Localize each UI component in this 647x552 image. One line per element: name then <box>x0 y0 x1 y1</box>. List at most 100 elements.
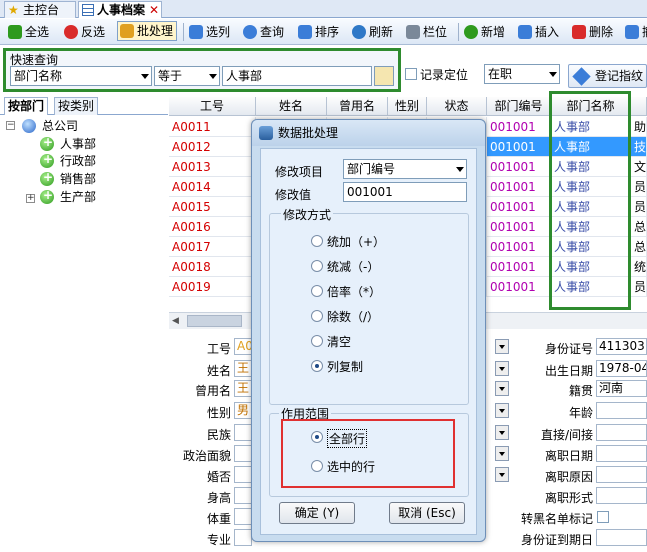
mode-radio-label[interactable]: 统加（+） <box>327 233 385 250</box>
form-field[interactable] <box>596 402 647 419</box>
chevron-down-icon[interactable] <box>495 339 509 354</box>
scroll-left-icon[interactable]: ◀ <box>172 315 184 327</box>
form-field[interactable] <box>234 424 252 441</box>
chevron-down-icon[interactable] <box>495 381 509 396</box>
cancel-button[interactable]: 取消 (Esc) <box>389 502 465 524</box>
mode-radio-label[interactable]: 倍率（*） <box>327 283 381 300</box>
grid-cell[interactable]: A0014 <box>169 177 256 197</box>
chevron-down-icon[interactable] <box>495 446 509 461</box>
grid-cell[interactable]: A0013 <box>169 157 256 177</box>
undo-button[interactable]: 撤 <box>623 22 647 42</box>
grid-cell[interactable]: 员 <box>631 197 647 217</box>
grid-cell[interactable]: 助 <box>631 117 647 137</box>
blacklist-checkbox[interactable] <box>597 511 609 523</box>
query-field-select[interactable]: 部门名称 <box>10 66 152 86</box>
query-operator-select[interactable]: 等于 <box>154 66 220 86</box>
pencil-icon[interactable] <box>374 66 394 86</box>
form-field[interactable]: 王 <box>234 380 252 397</box>
form-field[interactable] <box>234 529 252 546</box>
insert-button[interactable]: 插入 <box>516 22 562 42</box>
mode-radio[interactable] <box>311 260 323 272</box>
chevron-down-icon[interactable] <box>495 403 509 418</box>
grid-cell[interactable]: 001001 <box>487 117 551 137</box>
ok-button[interactable]: 确定 (Y) <box>279 502 355 524</box>
tree-node-root[interactable]: 总公司 <box>22 118 78 135</box>
search-button[interactable]: 查询 <box>241 22 287 42</box>
form-field[interactable] <box>234 445 252 462</box>
grid-cell[interactable]: A0015 <box>169 197 256 217</box>
grid-cell[interactable]: 员 <box>631 177 647 197</box>
grid-cell[interactable]: 001001 <box>487 197 551 217</box>
form-field[interactable]: 王 <box>234 360 252 377</box>
close-tab-icon[interactable]: ✕ <box>149 3 159 17</box>
mode-radio-label[interactable]: 清空 <box>327 333 351 350</box>
select-columns-button[interactable]: 选列 <box>187 22 233 42</box>
mode-radio-label[interactable]: 统减（-） <box>327 258 379 275</box>
grid-cell[interactable]: A0019 <box>169 277 256 297</box>
add-button[interactable]: 新增 <box>462 22 508 42</box>
chevron-down-icon[interactable] <box>495 425 509 440</box>
mode-radio[interactable] <box>311 235 323 247</box>
collapse-icon[interactable]: − <box>6 121 15 130</box>
modify-field-select[interactable]: 部门编号 <box>343 159 467 179</box>
column-header-id[interactable]: 工号 <box>169 97 256 116</box>
grid-cell[interactable]: 001001 <box>487 277 551 297</box>
mode-radio[interactable] <box>311 285 323 297</box>
column-header-status[interactable]: 状态 <box>427 97 487 116</box>
grid-cell[interactable]: 001001 <box>487 157 551 177</box>
modify-value-input[interactable]: 001001 <box>343 182 467 202</box>
mode-radio-label[interactable]: 列复制 <box>327 358 363 375</box>
mode-radio[interactable] <box>311 310 323 322</box>
grid-cell[interactable]: 001001 <box>487 237 551 257</box>
form-field[interactable]: A0 <box>234 338 252 355</box>
tab-main-console[interactable]: ★ 主控台 <box>4 1 76 18</box>
form-field[interactable] <box>234 508 252 525</box>
form-field[interactable]: 1978-04- <box>596 360 647 377</box>
grid-cell[interactable]: 001001 <box>487 217 551 237</box>
locate-record-checkbox[interactable] <box>405 68 417 80</box>
status-select[interactable]: 在职 <box>484 64 560 84</box>
mode-radio[interactable] <box>311 335 323 347</box>
column-header-name[interactable]: 姓名 <box>256 97 327 116</box>
scrollbar-thumb[interactable] <box>187 315 242 327</box>
form-field[interactable] <box>596 466 647 483</box>
tab-by-category[interactable]: 按类别 <box>54 97 99 115</box>
form-field[interactable] <box>234 466 252 483</box>
refresh-button[interactable]: 刷新 <box>350 22 396 42</box>
column-header-former-name[interactable]: 曾用名 <box>327 97 388 116</box>
grid-cell[interactable]: A0018 <box>169 257 256 277</box>
grid-cell[interactable]: 统 <box>631 257 647 277</box>
form-field[interactable] <box>596 445 647 462</box>
fields-button[interactable]: 栏位 <box>404 22 450 42</box>
batch-process-button[interactable]: 批处理 <box>117 21 178 41</box>
column-header-dept-no[interactable]: 部门编号 <box>487 97 551 116</box>
query-value-input[interactable]: 人事部 <box>222 66 372 86</box>
grid-cell[interactable]: A0011 <box>169 117 256 137</box>
sort-button[interactable]: 排序 <box>296 22 342 42</box>
grid-cell[interactable]: A0016 <box>169 217 256 237</box>
chevron-down-icon[interactable] <box>495 361 509 376</box>
column-header-gender[interactable]: 性别 <box>388 97 427 116</box>
grid-cell[interactable]: 员 <box>631 277 647 297</box>
grid-cell[interactable]: 总 <box>631 237 647 257</box>
form-field[interactable] <box>596 424 647 441</box>
mode-radio[interactable] <box>311 360 323 372</box>
chevron-down-icon[interactable] <box>495 467 509 482</box>
tab-personnel-records[interactable]: 人事档案 ✕ <box>78 1 162 18</box>
tree-node-admin[interactable]: 行政部 <box>40 151 96 170</box>
grid-cell[interactable]: 总 <box>631 217 647 237</box>
expand-icon[interactable]: + <box>26 194 35 203</box>
grid-cell[interactable]: 001001 <box>487 137 551 157</box>
form-field[interactable] <box>596 487 647 504</box>
tab-by-department[interactable]: 按部门 <box>4 97 49 115</box>
delete-button[interactable]: 删除 <box>570 22 616 42</box>
grid-cell[interactable]: A0012 <box>169 137 256 157</box>
grid-cell[interactable]: 001001 <box>487 257 551 277</box>
grid-cell[interactable]: 文 <box>631 157 647 177</box>
grid-cell[interactable]: 技 <box>631 137 647 157</box>
invert-select-button[interactable]: 反选 <box>62 22 108 42</box>
form-field[interactable]: 河南 <box>596 380 647 397</box>
form-field[interactable]: 男 <box>234 402 252 419</box>
select-all-button[interactable]: 全选 <box>6 22 52 42</box>
register-fingerprint-button[interactable]: 登记指纹 <box>568 64 647 88</box>
